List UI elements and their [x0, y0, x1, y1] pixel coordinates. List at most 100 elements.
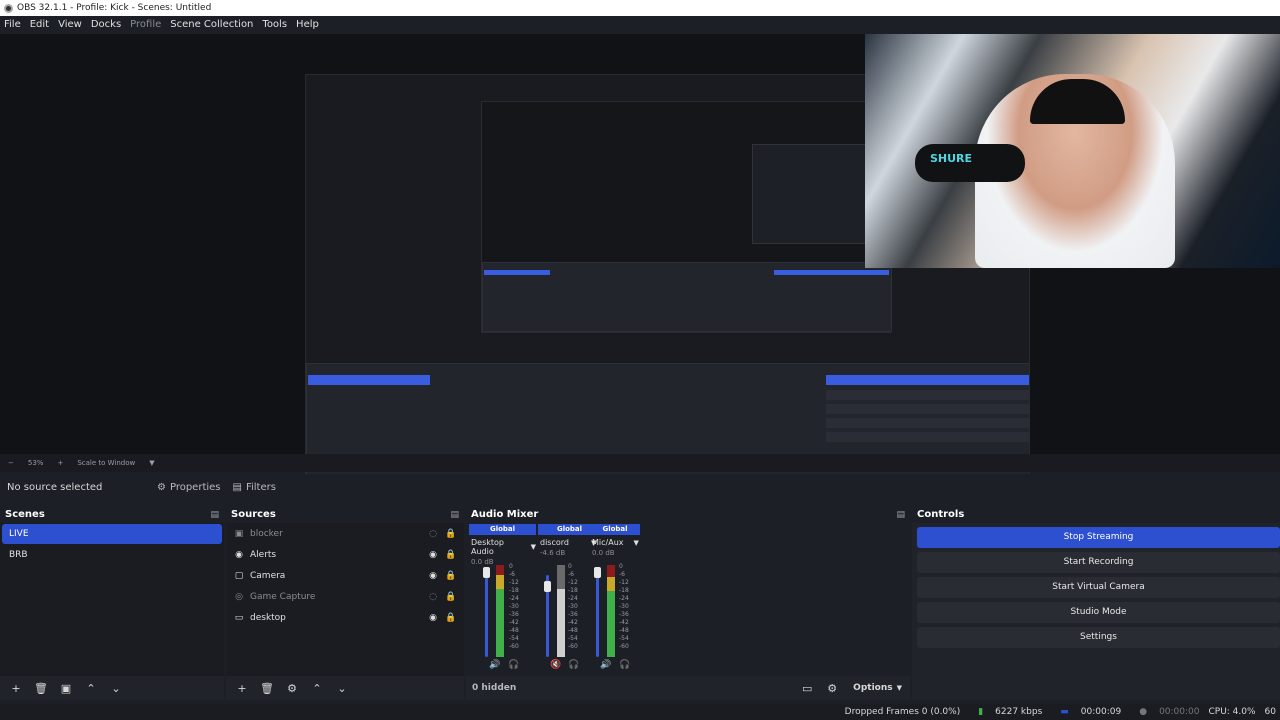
bitrate-readout: ▮ 6227 kbps [969, 707, 1042, 717]
scale-tick: -36 [619, 611, 629, 618]
eye-off-icon[interactable]: ◌ [426, 529, 440, 539]
lock-icon[interactable]: 🔒 [444, 592, 458, 602]
source-item-desktop[interactable]: ▭ desktop ◉ 🔒 [226, 607, 464, 628]
dock-menu-icon[interactable]: ▤ [210, 510, 219, 520]
move-up-icon[interactable]: ⌃ [81, 678, 101, 698]
record-icon: ● [1139, 707, 1148, 717]
source-label: Game Capture [250, 591, 316, 602]
source-label: Alerts [250, 549, 277, 560]
dock-menu-icon[interactable]: ▤ [896, 510, 905, 520]
volume-fader[interactable] [485, 567, 488, 657]
level-meter [557, 565, 565, 657]
chevron-down-icon[interactable]: ▼ [897, 684, 902, 692]
eye-icon[interactable]: ◉ [426, 571, 440, 581]
speaker-muted-icon[interactable]: 🔇 [550, 660, 561, 670]
scale-tick: -24 [619, 595, 629, 602]
add-source-icon[interactable]: + [232, 678, 252, 698]
obs-logo-icon [4, 3, 13, 13]
eye-icon[interactable]: ◉ [426, 550, 440, 560]
scenes-title: Scenes [5, 509, 45, 520]
move-down-icon[interactable]: ⌄ [106, 678, 126, 698]
fader-handle[interactable] [544, 581, 551, 592]
nested-preview-mirror [481, 101, 942, 333]
lock-icon[interactable]: 🔒 [444, 529, 458, 539]
start-virtual-camera-button[interactable]: Start Virtual Camera [917, 577, 1280, 598]
lock-icon[interactable]: 🔒 [444, 571, 458, 581]
chevron-down-icon[interactable]: ▼ [149, 459, 154, 467]
scenes-list: LIVE BRB [0, 523, 224, 676]
nested-stop-streaming [826, 375, 1029, 385]
sources-list: ▣ blocker ◌ 🔒 ◉ Alerts ◉ 🔒 ▢ Camera ◉ 🔒 … [226, 523, 464, 676]
mixer-channels: Global Desktop Audio ▼ 0.0 dB 0 -6 -12 -18 -2… [466, 523, 910, 676]
move-down-icon[interactable]: ⌄ [332, 678, 352, 698]
scale-tick: -30 [568, 603, 578, 610]
source-label: blocker [250, 528, 283, 539]
scale-tick: -60 [568, 643, 578, 650]
source-item-camera[interactable]: ▢ Camera ◉ 🔒 [226, 565, 464, 586]
scale-mode-select[interactable]: Scale to Window [77, 459, 135, 467]
dock-menu-icon[interactable]: ▤ [450, 510, 459, 520]
studio-mode-button[interactable]: Studio Mode [917, 602, 1280, 623]
scale-tick: -6 [509, 571, 515, 578]
trash-icon[interactable]: 🗑 [31, 678, 51, 698]
fader-handle[interactable] [594, 567, 601, 578]
trash-icon[interactable]: 🗑 [257, 678, 277, 698]
lock-icon[interactable]: 🔒 [444, 613, 458, 623]
speaker-icon[interactable]: 🔊 [489, 660, 500, 670]
zoom-in-icon[interactable]: + [57, 459, 63, 467]
scale-tick: -54 [509, 635, 519, 642]
menu-scene-collection[interactable]: Scene Collection [170, 16, 253, 34]
scale-tick: -6 [568, 571, 574, 578]
filters-button[interactable]: ▤ Filters [233, 482, 276, 493]
move-up-icon[interactable]: ⌃ [307, 678, 327, 698]
source-item-alerts[interactable]: ◉ Alerts ◉ 🔒 [226, 544, 464, 565]
menu-help[interactable]: Help [296, 16, 319, 34]
volume-fader[interactable] [596, 567, 599, 657]
channel-name[interactable]: Desktop Audio ▼ [469, 538, 536, 556]
properties-button[interactable]: ⚙ Properties [157, 482, 221, 493]
add-scene-icon[interactable]: + [6, 678, 26, 698]
menu-tools[interactable]: Tools [262, 16, 287, 34]
webcam-feed: SHURE [865, 34, 1280, 268]
scene-item-brb[interactable]: BRB [2, 545, 222, 565]
nested-settings [826, 432, 1029, 442]
speaker-icon[interactable]: 🔊 [600, 660, 611, 670]
channel-name[interactable]: Mic/Aux ▼ [590, 538, 640, 547]
channel-label: discord [540, 538, 569, 547]
sources-header: Sources ▤ [226, 506, 464, 523]
preview-area[interactable]: SHURE [0, 34, 1280, 484]
scale-tick: -42 [619, 619, 629, 626]
layout-icon[interactable]: ▭ [797, 678, 817, 698]
start-recording-button[interactable]: Start Recording [917, 552, 1280, 573]
audio-mixer-dock: Audio Mixer ▤ Global Desktop Audio ▼ 0.0 … [466, 506, 910, 700]
gear-icon[interactable]: ⚙ [282, 678, 302, 698]
options-button[interactable]: Options [853, 683, 892, 693]
menu-file[interactable]: File [4, 16, 21, 34]
eye-icon[interactable]: ◉ [426, 613, 440, 623]
source-item-game-capture[interactable]: ◎ Game Capture ◌ 🔒 [226, 586, 464, 607]
stream-timer: ▬ 00:00:09 [1051, 707, 1121, 717]
scene-filters-icon[interactable]: ▣ [56, 678, 76, 698]
headphones-icon[interactable]: 🎧 [619, 660, 630, 670]
mixer-channel-desktop-audio: Global Desktop Audio ▼ 0.0 dB 0 -6 -12 -18 -2… [469, 523, 536, 676]
channel-label: Desktop Audio [471, 538, 504, 556]
scene-item-live[interactable]: LIVE [2, 524, 222, 544]
menu-view[interactable]: View [58, 16, 82, 34]
chevron-down-icon: ▼ [530, 543, 536, 551]
source-item-blocker[interactable]: ▣ blocker ◌ 🔒 [226, 523, 464, 544]
advanced-audio-icon[interactable]: ⚙ [822, 678, 842, 698]
headphones-icon[interactable]: 🎧 [568, 660, 579, 670]
menu-docks[interactable]: Docks [91, 16, 121, 34]
lock-icon[interactable]: 🔒 [444, 550, 458, 560]
eye-off-icon[interactable]: ◌ [426, 592, 440, 602]
fader-handle[interactable] [483, 567, 490, 578]
headphones-icon[interactable]: 🎧 [508, 660, 519, 670]
zoom-out-icon[interactable]: − [8, 459, 14, 467]
stop-streaming-button[interactable]: Stop Streaming [917, 527, 1280, 548]
menu-profile[interactable]: Profile [130, 16, 161, 34]
menu-edit[interactable]: Edit [30, 16, 49, 34]
scale-tick: 0 [509, 563, 513, 570]
settings-button[interactable]: Settings [917, 627, 1280, 648]
scale-tick: -60 [509, 643, 519, 650]
scenes-footer: + 🗑 ▣ ⌃ ⌄ [0, 676, 224, 700]
